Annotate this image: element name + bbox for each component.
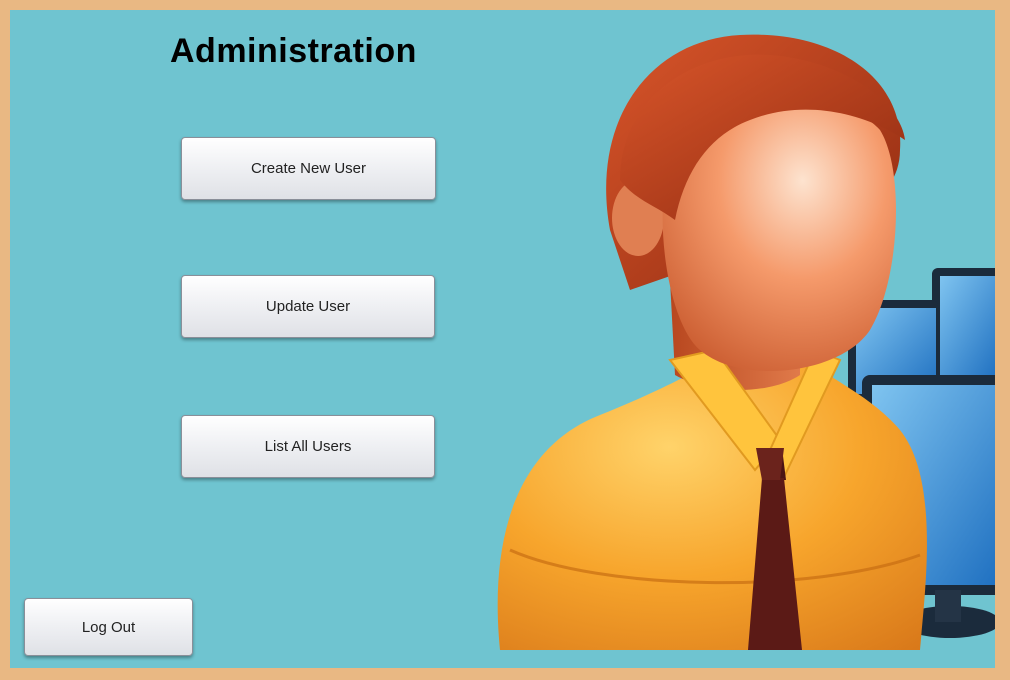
page-title: Administration bbox=[170, 32, 417, 70]
update-user-button[interactable]: Update User bbox=[181, 275, 435, 338]
create-new-user-button[interactable]: Create New User bbox=[181, 137, 436, 200]
user-avatar-icon bbox=[497, 34, 995, 650]
list-all-users-button[interactable]: List All Users bbox=[181, 415, 435, 478]
admin-window: Administration Create New User Update Us… bbox=[10, 10, 995, 668]
log-out-button[interactable]: Log Out bbox=[24, 598, 193, 656]
monitor-icon bbox=[932, 268, 995, 383]
